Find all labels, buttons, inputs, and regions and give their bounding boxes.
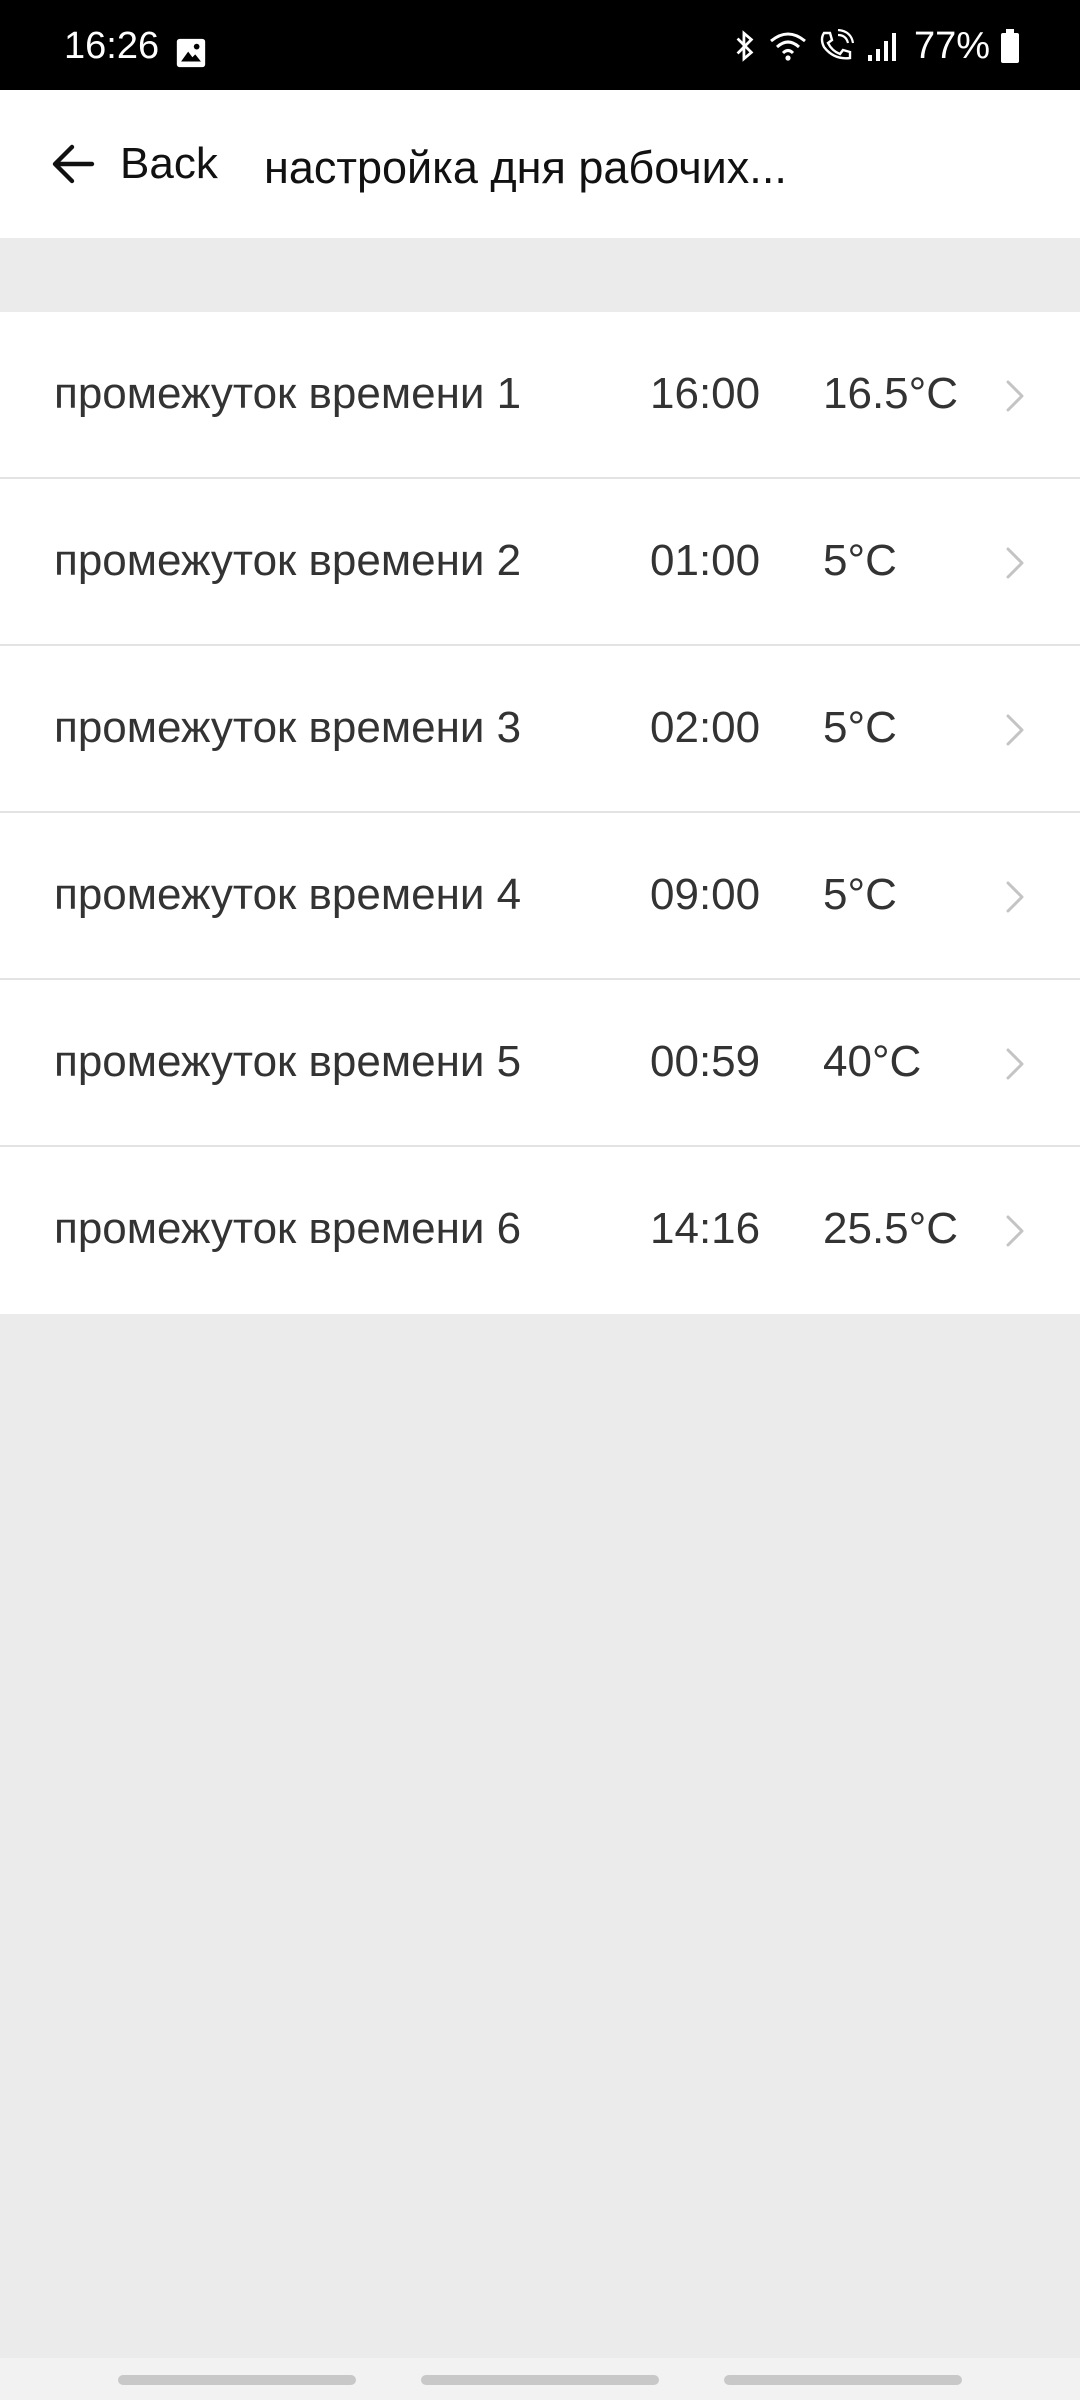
image-icon [176,38,206,68]
status-bar: 16:26 77% [0,0,1080,90]
volte-call-icon [820,29,855,60]
battery-icon [1001,29,1019,63]
back-arrow-icon [52,144,95,184]
signal-icon [867,33,896,61]
period-label: промежуток времени 5 [54,1037,522,1086]
battery-percent: 77% [913,25,990,67]
chevron-right-icon [1006,714,1024,746]
app-bar: Back настройка дня рабочих... [0,90,1080,238]
period-time: 09:00 [650,870,761,919]
list-item[interactable]: промежуток времени 2 01:00 5°C [0,479,1080,646]
page-title: настройка дня рабочих... [264,142,787,193]
nav-handle-left[interactable] [118,2375,356,2385]
status-time: 16:26 [64,25,160,67]
period-temperature: 40°C [823,1037,922,1086]
list-item[interactable]: промежуток времени 5 00:59 40°C [0,980,1080,1147]
nav-handle-center[interactable] [421,2375,659,2385]
bluetooth-icon [736,30,754,62]
chevron-right-icon [1006,1215,1024,1247]
nav-handle-right[interactable] [724,2375,962,2385]
chevron-right-icon [1006,380,1024,412]
period-time: 14:16 [650,1204,761,1253]
status-icons: 77% [732,26,1020,66]
list-item[interactable]: промежуток времени 4 09:00 5°C [0,813,1080,980]
navigation-bar [0,2358,1080,2400]
back-label: Back [120,139,218,188]
wifi-icon [769,32,806,61]
period-label: промежуток времени 2 [54,536,522,585]
period-label: промежуток времени 1 [54,369,522,418]
list-item[interactable]: промежуток времени 1 16:00 16.5°C [0,312,1080,479]
list-item[interactable]: промежуток времени 6 14:16 25.5°C [0,1147,1080,1314]
back-button[interactable]: Back [48,132,218,196]
period-time: 02:00 [650,703,761,752]
period-label: промежуток времени 3 [54,703,522,752]
chevron-right-icon [1006,547,1024,579]
period-time: 01:00 [650,536,761,585]
period-list: промежуток времени 1 16:00 16.5°C промежуто… [0,312,1080,1314]
period-temperature: 5°C [823,870,897,919]
period-temperature: 16.5°C [823,369,959,418]
chevron-right-icon [1006,881,1024,913]
period-label: промежуток времени 6 [54,1204,522,1253]
period-temperature: 25.5°C [823,1204,959,1253]
list-item[interactable]: промежуток времени 3 02:00 5°C [0,646,1080,813]
period-label: промежуток времени 4 [54,870,522,919]
period-temperature: 5°C [823,703,897,752]
period-time: 00:59 [650,1037,761,1086]
period-time: 16:00 [650,369,761,418]
chevron-right-icon [1006,1048,1024,1080]
period-temperature: 5°C [823,536,897,585]
